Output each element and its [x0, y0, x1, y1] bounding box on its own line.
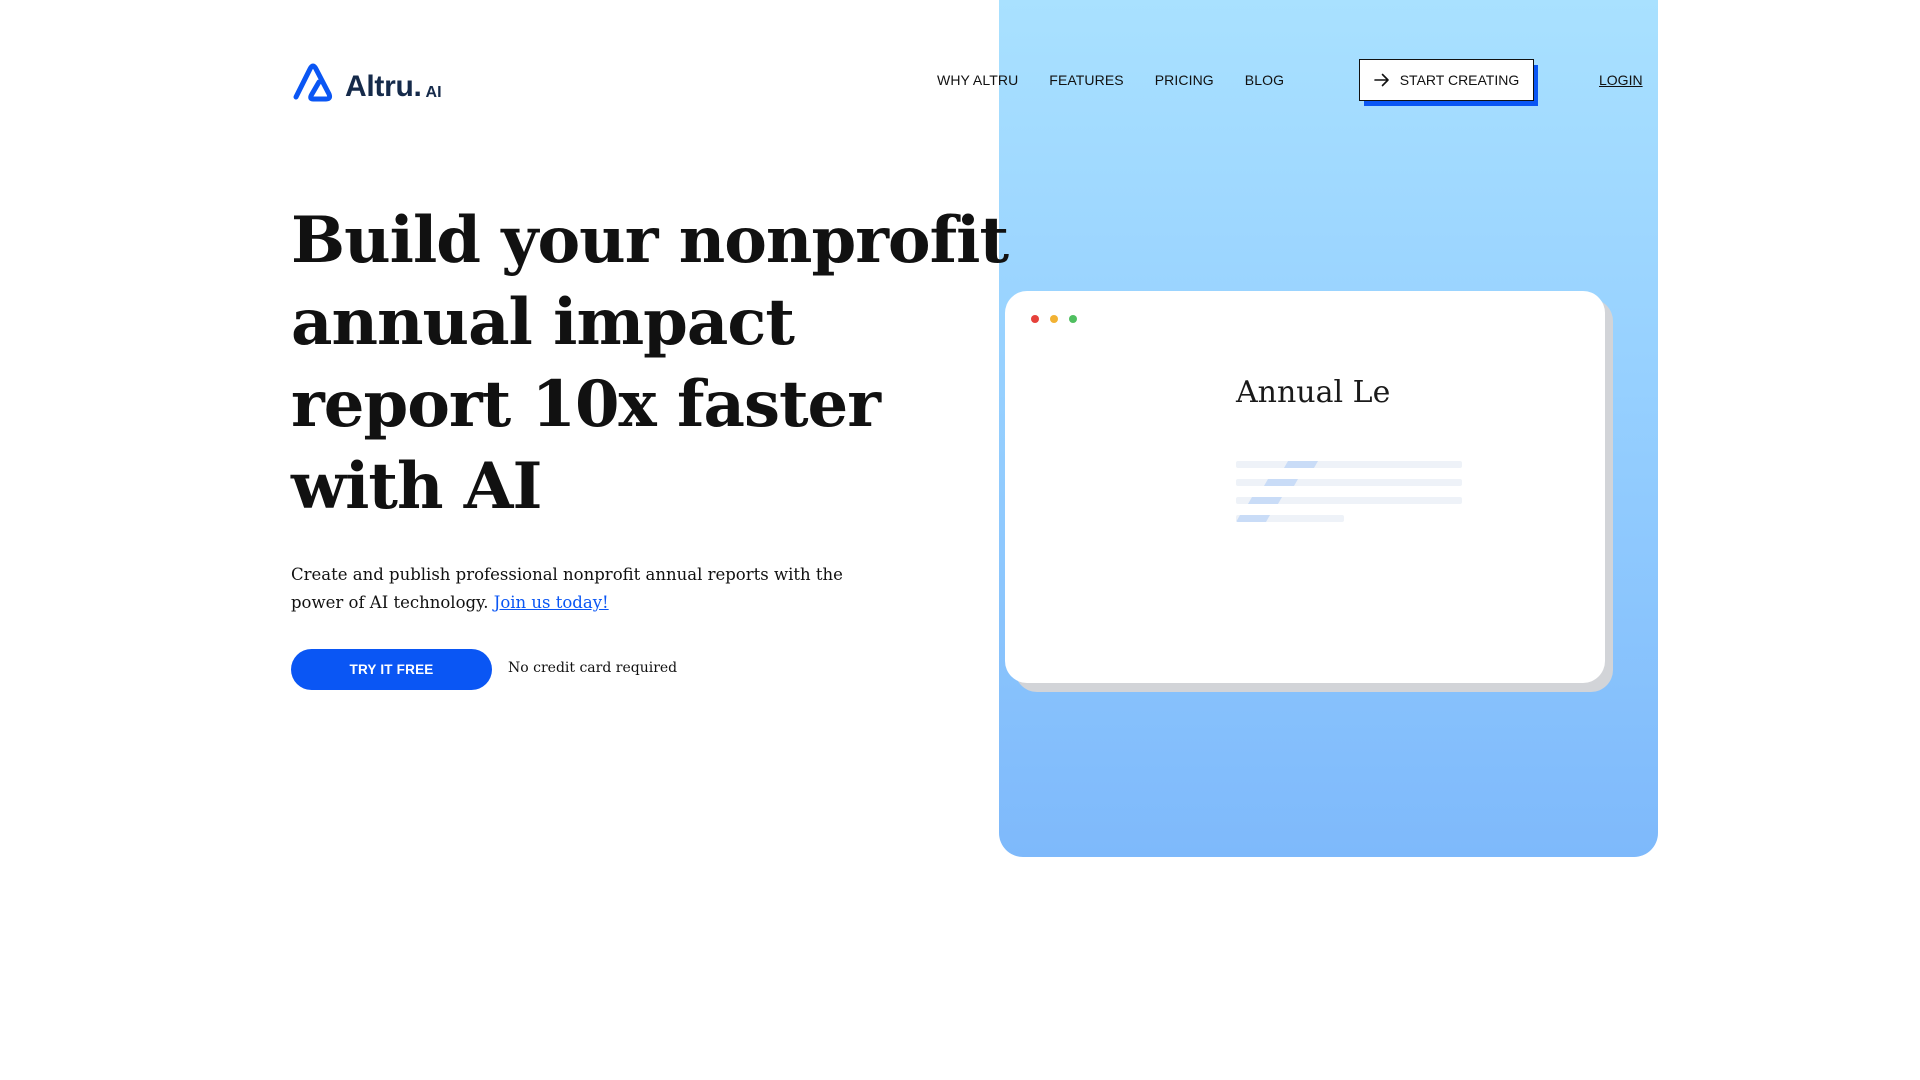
headline-line-3: report 10x faster — [291, 367, 881, 442]
report-preview-window: Annual Le — [1005, 291, 1605, 683]
hero-subcopy: Create and publish professional nonprofi… — [291, 561, 851, 617]
altru-logo-icon — [293, 63, 333, 102]
logo-wordmark: Altru. — [345, 70, 422, 103]
try-it-free-button[interactable]: TRY IT FREE — [291, 649, 492, 690]
nav-features[interactable]: FEATURES — [1049, 72, 1123, 88]
headline-line-2: annual impact — [291, 285, 795, 360]
arrow-right-icon — [1373, 73, 1389, 87]
start-creating-label: START CREATING — [1399, 72, 1520, 88]
text-skeleton-line — [1236, 515, 1344, 522]
hero-headline: Build your nonprofit annual impact repor… — [291, 200, 1011, 528]
login-link[interactable]: LOGIN — [1599, 72, 1643, 88]
nav-blog[interactable]: BLOG — [1245, 72, 1284, 88]
logo-suffix: AI — [425, 84, 442, 101]
main-nav: WHY ALTRU FEATURES PRICING BLOG — [937, 72, 1284, 88]
headline-line-1: Build your nonprofit — [291, 203, 1009, 278]
window-close-dot — [1031, 315, 1039, 323]
join-us-link[interactable]: Join us today! — [494, 593, 609, 612]
window-minimize-dot — [1050, 315, 1058, 323]
window-maximize-dot — [1069, 315, 1077, 323]
logo[interactable]: Altru. AI — [291, 60, 442, 102]
no-credit-card-note: No credit card required — [508, 660, 678, 676]
report-preview-title: Annual Le — [1236, 375, 1391, 410]
text-skeleton-line — [1236, 461, 1462, 468]
nav-why-altru[interactable]: WHY ALTRU — [937, 72, 1018, 88]
nav-pricing[interactable]: PRICING — [1155, 72, 1214, 88]
text-skeleton-line — [1236, 497, 1462, 504]
text-skeleton-line — [1236, 479, 1462, 486]
headline-line-4: with AI — [291, 449, 542, 524]
start-creating-button[interactable]: START CREATING — [1359, 59, 1534, 101]
